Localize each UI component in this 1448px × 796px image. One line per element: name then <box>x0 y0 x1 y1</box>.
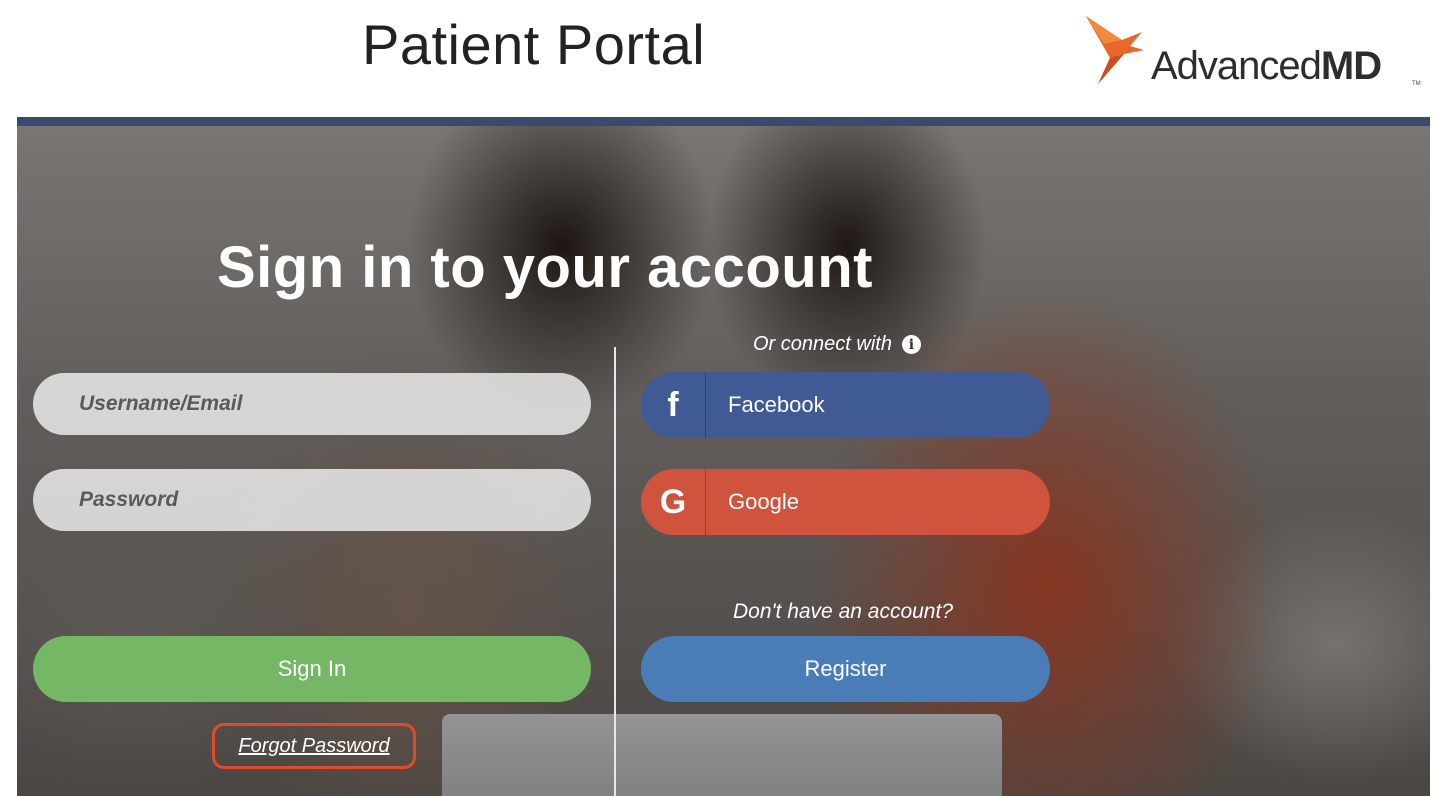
facebook-icon: f <box>641 372 706 438</box>
forgot-password-highlight: Forgot Password <box>212 723 416 769</box>
no-account-prompt: Don't have an account? <box>733 600 953 623</box>
password-input[interactable] <box>33 469 591 531</box>
facebook-button[interactable]: f Facebook <box>641 372 1050 438</box>
info-icon[interactable]: i <box>901 335 921 354</box>
sign-in-button[interactable]: Sign In <box>33 636 591 702</box>
forgot-password-link[interactable]: Forgot Password <box>238 735 389 758</box>
google-icon: G <box>641 469 706 535</box>
page-title: Patient Portal <box>362 13 706 76</box>
connect-with-label: Or connect with i <box>753 333 921 356</box>
column-divider <box>614 347 616 796</box>
google-label: Google <box>728 489 799 514</box>
connect-with-text: Or connect with <box>753 333 892 355</box>
signin-heading: Sign in to your account <box>217 235 873 300</box>
hero-panel: Sign in to your account Sign In Forgot P… <box>17 117 1430 796</box>
facebook-label: Facebook <box>728 392 825 417</box>
bird-logo-icon <box>1086 16 1144 84</box>
google-button[interactable]: G Google <box>641 469 1050 535</box>
username-input[interactable] <box>33 373 591 435</box>
advancedmd-logo: AdvancedMD TM <box>1084 14 1424 94</box>
trademark-mark: TM <box>1412 81 1421 87</box>
register-button[interactable]: Register <box>641 636 1050 702</box>
logo-wordmark: AdvancedMD <box>1151 44 1382 88</box>
